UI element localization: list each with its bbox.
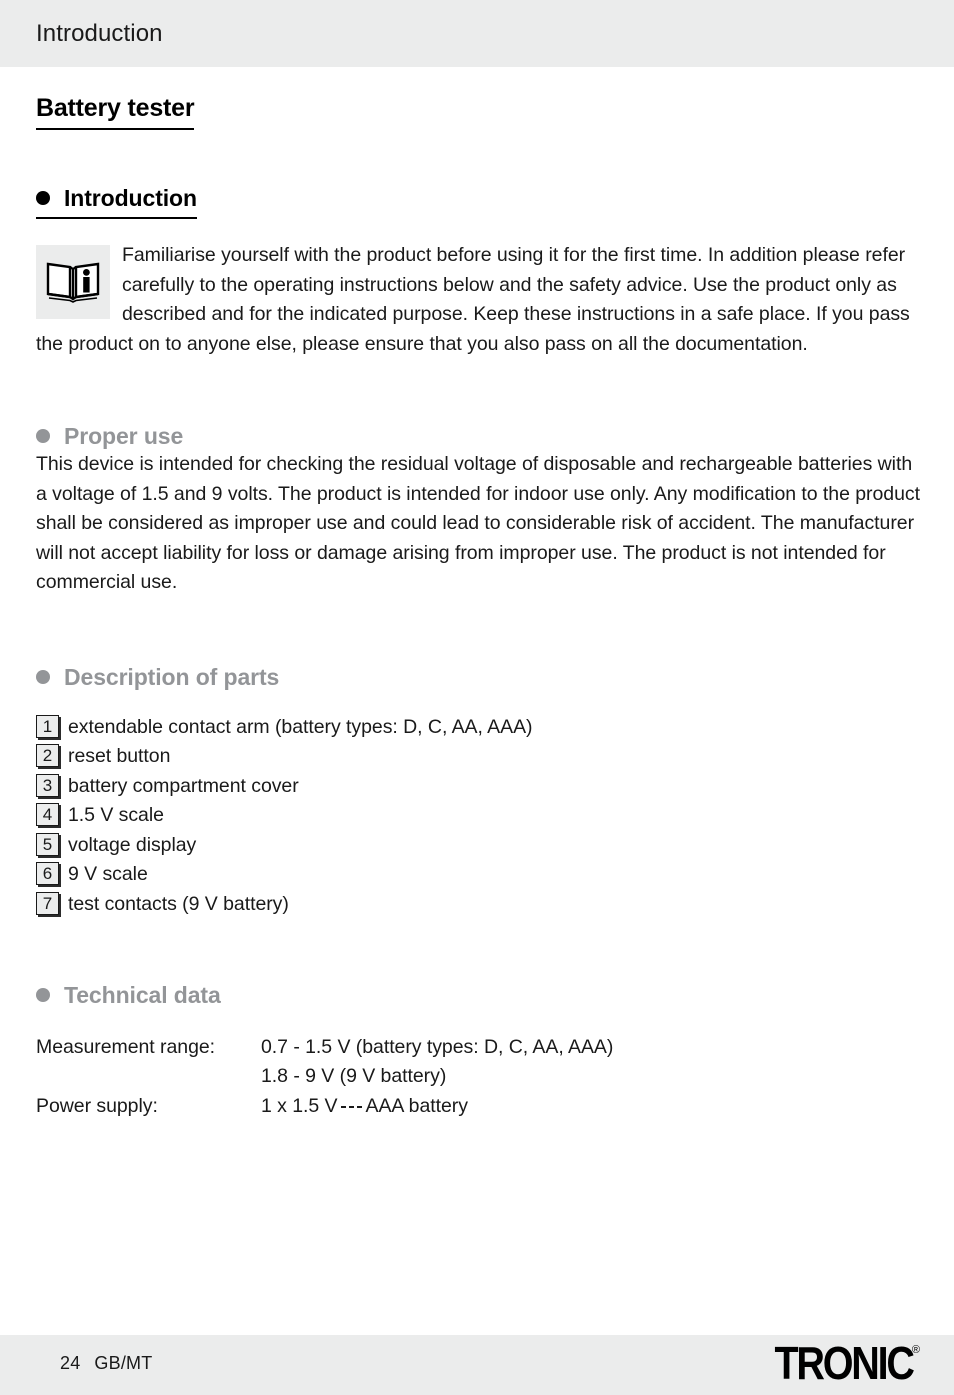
part-number-badge: 2 bbox=[36, 744, 59, 768]
part-number-badge: 3 bbox=[36, 773, 59, 797]
part-label: 9 V scale bbox=[68, 863, 148, 886]
part-label: extendable contact arm (battery types: D… bbox=[68, 715, 533, 738]
footer-page-info: 24 GB/MT bbox=[60, 1353, 152, 1374]
list-item: 4 1.5 V scale bbox=[36, 801, 921, 830]
introduction-note: Familiarise yourself with the product be… bbox=[36, 241, 921, 359]
list-item: 3 battery compartment cover bbox=[36, 772, 921, 801]
table-row: Power supply: 1 x 1.5 V AAA battery bbox=[36, 1092, 613, 1122]
document-title-wrap: Battery tester bbox=[36, 67, 921, 130]
document-title: Battery tester bbox=[36, 93, 195, 130]
section-heading-proper-use: Proper use bbox=[36, 422, 183, 450]
part-number-badge: 7 bbox=[36, 892, 59, 916]
bullet-icon bbox=[36, 429, 50, 443]
section-heading-label: Technical data bbox=[64, 981, 221, 1008]
power-supply-label: Power supply: bbox=[36, 1094, 158, 1117]
bullet-icon bbox=[36, 669, 50, 684]
bullet-icon bbox=[36, 987, 50, 1002]
technical-data-table: Measurement range: 0.7 - 1.5 V (battery … bbox=[36, 1033, 613, 1122]
section-proper-use-heading-wrap: Proper use bbox=[36, 422, 921, 450]
running-header-title: Introduction bbox=[36, 20, 163, 47]
list-item: 1 extendable contact arm (battery types:… bbox=[36, 713, 921, 742]
list-item: 2 reset button bbox=[36, 742, 921, 771]
measurement-range-value-line-1: 0.7 - 1.5 V (battery types: D, C, AA, AA… bbox=[261, 1035, 614, 1058]
parts-list: 1 extendable contact arm (battery types:… bbox=[36, 713, 921, 919]
bullet-icon bbox=[36, 191, 50, 205]
part-number-badge: 6 bbox=[36, 862, 59, 886]
part-label: battery compartment cover bbox=[68, 774, 299, 797]
part-label: test contacts (9 V battery) bbox=[68, 893, 289, 916]
part-number-badge: 5 bbox=[36, 832, 59, 856]
section-heading-label: Introduction bbox=[64, 185, 197, 211]
page-number: 24 bbox=[60, 1353, 81, 1373]
part-number-badge: 1 bbox=[36, 714, 59, 738]
section-introduction-heading-wrap: Introduction bbox=[36, 184, 921, 219]
dc-current-symbol bbox=[340, 1103, 362, 1109]
part-label: 1.5 V scale bbox=[68, 804, 164, 827]
section-heading-description-of-parts: Description of parts bbox=[36, 663, 279, 691]
proper-use-paragraph: This device is intended for checking the… bbox=[36, 453, 920, 593]
page-footer-band: 24 GB/MT TRONIC ® bbox=[0, 1335, 954, 1395]
measurement-range-value-line-2: 1.8 - 9 V (9 V battery) bbox=[261, 1065, 447, 1088]
list-item: 5 voltage display bbox=[36, 831, 921, 860]
page-header-band: Introduction bbox=[0, 0, 954, 67]
measurement-range-label: Measurement range: bbox=[36, 1035, 216, 1058]
part-label: voltage display bbox=[68, 833, 197, 856]
section-heading-label: Description of parts bbox=[64, 663, 280, 690]
open-book-info-icon bbox=[36, 245, 110, 319]
introduction-paragraph: Familiarise yourself with the product be… bbox=[36, 244, 910, 355]
list-item: 7 test contacts (9 V battery) bbox=[36, 890, 921, 919]
section-heading-introduction: Introduction bbox=[36, 184, 197, 219]
section-technical-data-heading-wrap: Technical data bbox=[36, 981, 921, 1009]
brand-logo: TRONIC ® bbox=[752, 1339, 920, 1387]
part-number-badge: 4 bbox=[36, 803, 59, 827]
page-content: Battery tester Introduction Familiarise … bbox=[36, 67, 921, 1121]
table-row: Measurement range: 0.7 - 1.5 V (battery … bbox=[36, 1033, 613, 1092]
power-supply-value: 1 x 1.5 V AAA battery bbox=[261, 1092, 613, 1122]
section-heading-label: Proper use bbox=[64, 423, 184, 449]
part-label: reset button bbox=[68, 745, 171, 768]
measurement-range-value: 0.7 - 1.5 V (battery types: D, C, AA, AA… bbox=[261, 1033, 613, 1092]
registered-trademark-icon: ® bbox=[911, 1344, 920, 1356]
list-item: 6 9 V scale bbox=[36, 860, 921, 889]
power-supply-value-prefix: 1 x 1.5 V bbox=[261, 1094, 338, 1117]
brand-name: TRONIC bbox=[774, 1337, 915, 1389]
footer-language-code: GB/MT bbox=[94, 1353, 153, 1373]
section-description-of-parts-heading-wrap: Description of parts bbox=[36, 663, 921, 691]
section-heading-technical-data: Technical data bbox=[36, 981, 221, 1009]
power-supply-value-suffix: AAA battery bbox=[365, 1094, 468, 1117]
